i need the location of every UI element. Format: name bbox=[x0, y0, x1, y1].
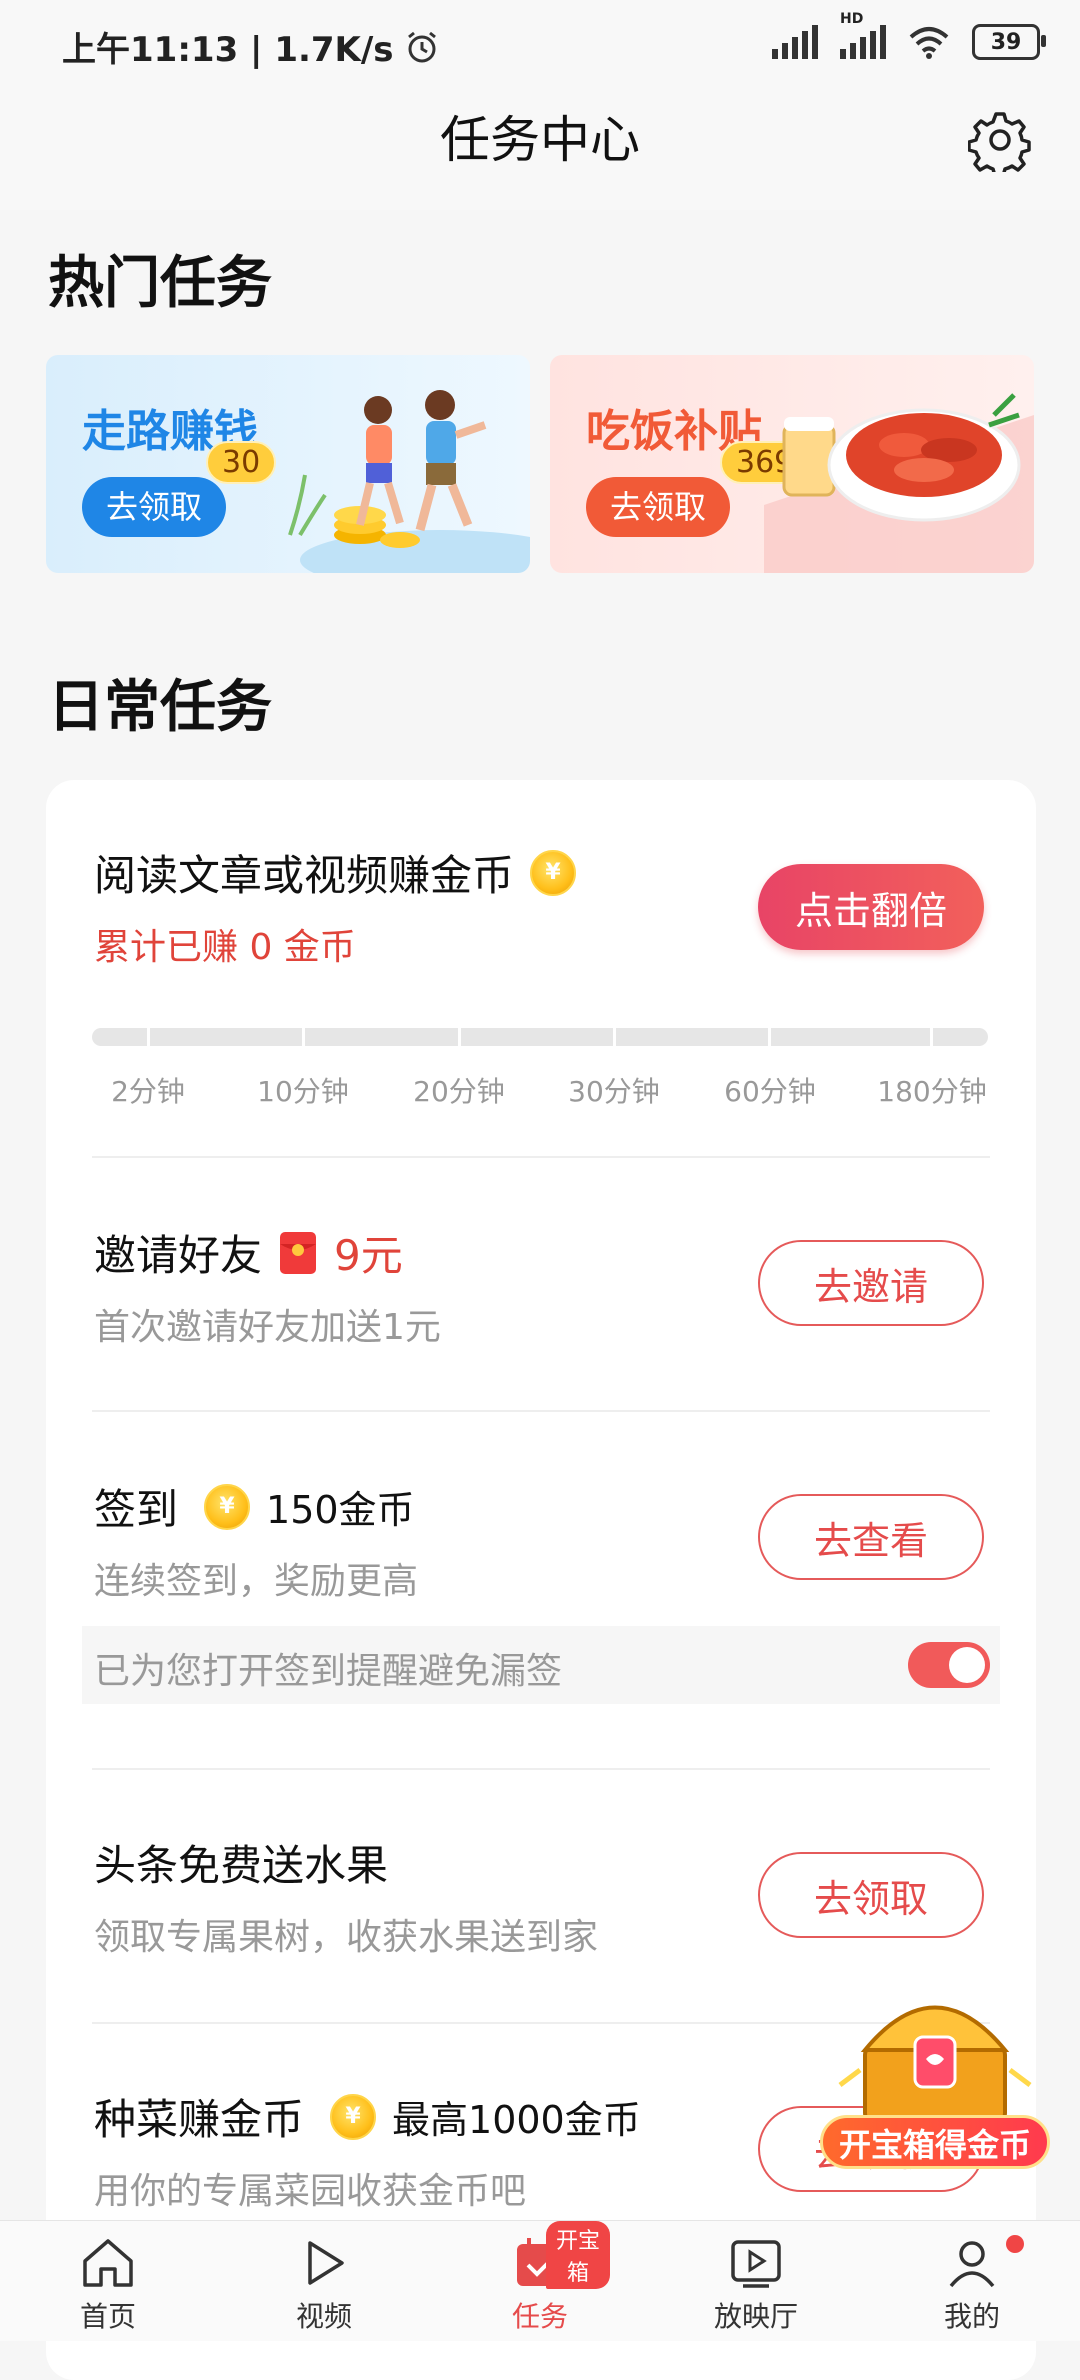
coin-icon: ¥ bbox=[330, 2093, 377, 2140]
coin-icon: ¥ bbox=[204, 1483, 251, 1530]
reminder-toggle[interactable] bbox=[908, 1642, 990, 1688]
status-bar: 上午11:13 | 1.7K/s HD 39 bbox=[0, 0, 1080, 90]
invite-button[interactable]: 去邀请 bbox=[758, 1240, 984, 1326]
tab-mine[interactable]: 我的 bbox=[902, 2231, 1042, 2335]
bottom-tab-bar: 首页 视频 任务 开宝箱 放映厅 我的 bbox=[0, 2220, 1080, 2341]
coin-badge: 30 bbox=[206, 441, 277, 484]
status-icons: HD 39 bbox=[772, 11, 1046, 60]
page-title: 任务中心 bbox=[440, 111, 640, 169]
wifi-icon bbox=[909, 27, 949, 59]
claim-button[interactable]: 去领取 bbox=[82, 477, 227, 537]
progress-label: 180分钟 bbox=[877, 1075, 987, 1108]
tab-video[interactable]: 视频 bbox=[254, 2231, 394, 2335]
progress-label: 20分钟 bbox=[413, 1075, 505, 1108]
play-icon bbox=[308, 2241, 344, 2285]
hot-card-meal[interactable]: 吃饭补贴 369 去领取 bbox=[550, 355, 1034, 573]
divider bbox=[92, 1156, 990, 1158]
fruit-claim-button[interactable]: 去领取 bbox=[758, 1852, 984, 1938]
running-people-illustration bbox=[288, 390, 530, 573]
claim-button[interactable]: 去领取 bbox=[586, 477, 731, 537]
divider bbox=[92, 1768, 990, 1770]
signin-subtitle: 连续签到，奖励更高 bbox=[94, 1561, 419, 1602]
read-task-title: 阅读文章或视频赚金币 ¥ bbox=[94, 842, 577, 903]
tab-cinema[interactable]: 放映厅 bbox=[686, 2231, 826, 2335]
treasure-label: 开宝箱得金币 bbox=[820, 2115, 1050, 2169]
home-icon bbox=[83, 2239, 133, 2287]
veg-subtitle: 用你的专属菜园收获金币吧 bbox=[94, 2171, 527, 2212]
crayfish-dish-illustration bbox=[764, 393, 1034, 573]
invite-task-title: 邀请好友 9元 bbox=[94, 1231, 403, 1280]
hot-tasks-title: 热门任务 bbox=[48, 251, 272, 316]
alarm-icon bbox=[407, 31, 436, 62]
treasure-badge: 开宝箱 bbox=[546, 2221, 610, 2289]
tab-tasks[interactable]: 任务 开宝箱 bbox=[470, 2221, 610, 2335]
battery-icon: 39 bbox=[972, 24, 1046, 60]
reading-progress-bar bbox=[92, 1028, 988, 1046]
signin-reminder-row: 已为您打开签到提醒避免漏签 bbox=[82, 1626, 1000, 1704]
cinema-icon bbox=[731, 2240, 781, 2288]
signal-hd-icon: HD bbox=[840, 11, 886, 59]
daily-tasks-title: 日常任务 bbox=[48, 675, 272, 740]
notification-dot bbox=[1006, 2235, 1024, 2253]
view-signin-button[interactable]: 去查看 bbox=[758, 1494, 984, 1580]
user-icon bbox=[949, 2241, 995, 2288]
treasure-chest-float[interactable]: 开宝箱得金币 bbox=[820, 1975, 1050, 2175]
read-earned: 累计已赚 0 金币 bbox=[94, 927, 356, 968]
veg-task-title: 种菜赚金币 ¥ 最高1000金币 bbox=[94, 2093, 641, 2144]
status-time: 上午11:13 | 1.7K/s bbox=[62, 22, 440, 71]
coin-icon: ¥ bbox=[530, 849, 577, 896]
tab-home[interactable]: 首页 bbox=[38, 2231, 178, 2335]
gear-icon[interactable] bbox=[968, 108, 1032, 172]
signal-icon bbox=[772, 25, 818, 59]
fruit-subtitle: 领取专属果树，收获水果送到家 bbox=[94, 1917, 599, 1958]
progress-label: 2分钟 bbox=[111, 1075, 185, 1108]
divider bbox=[92, 1410, 990, 1412]
signin-reminder-text: 已为您打开签到提醒避免漏签 bbox=[94, 1651, 563, 1692]
red-envelope-icon bbox=[280, 1231, 317, 1274]
progress-label: 30分钟 bbox=[568, 1075, 660, 1108]
treasure-chest-icon bbox=[838, 2005, 1032, 2135]
header: 任务中心 bbox=[0, 90, 1080, 210]
hot-card-walk[interactable]: 走路赚钱 30 去领取 bbox=[46, 355, 530, 573]
progress-label: 60分钟 bbox=[724, 1075, 816, 1108]
signin-task-title: 签到 ¥ 150金币 bbox=[94, 1483, 415, 1534]
double-coins-button[interactable]: 点击翻倍 bbox=[758, 864, 984, 950]
progress-label: 10分钟 bbox=[257, 1075, 349, 1108]
invite-subtitle: 首次邀请好友加送1元 bbox=[94, 1307, 441, 1348]
fruit-task-title: 头条免费送水果 bbox=[94, 1841, 389, 1890]
